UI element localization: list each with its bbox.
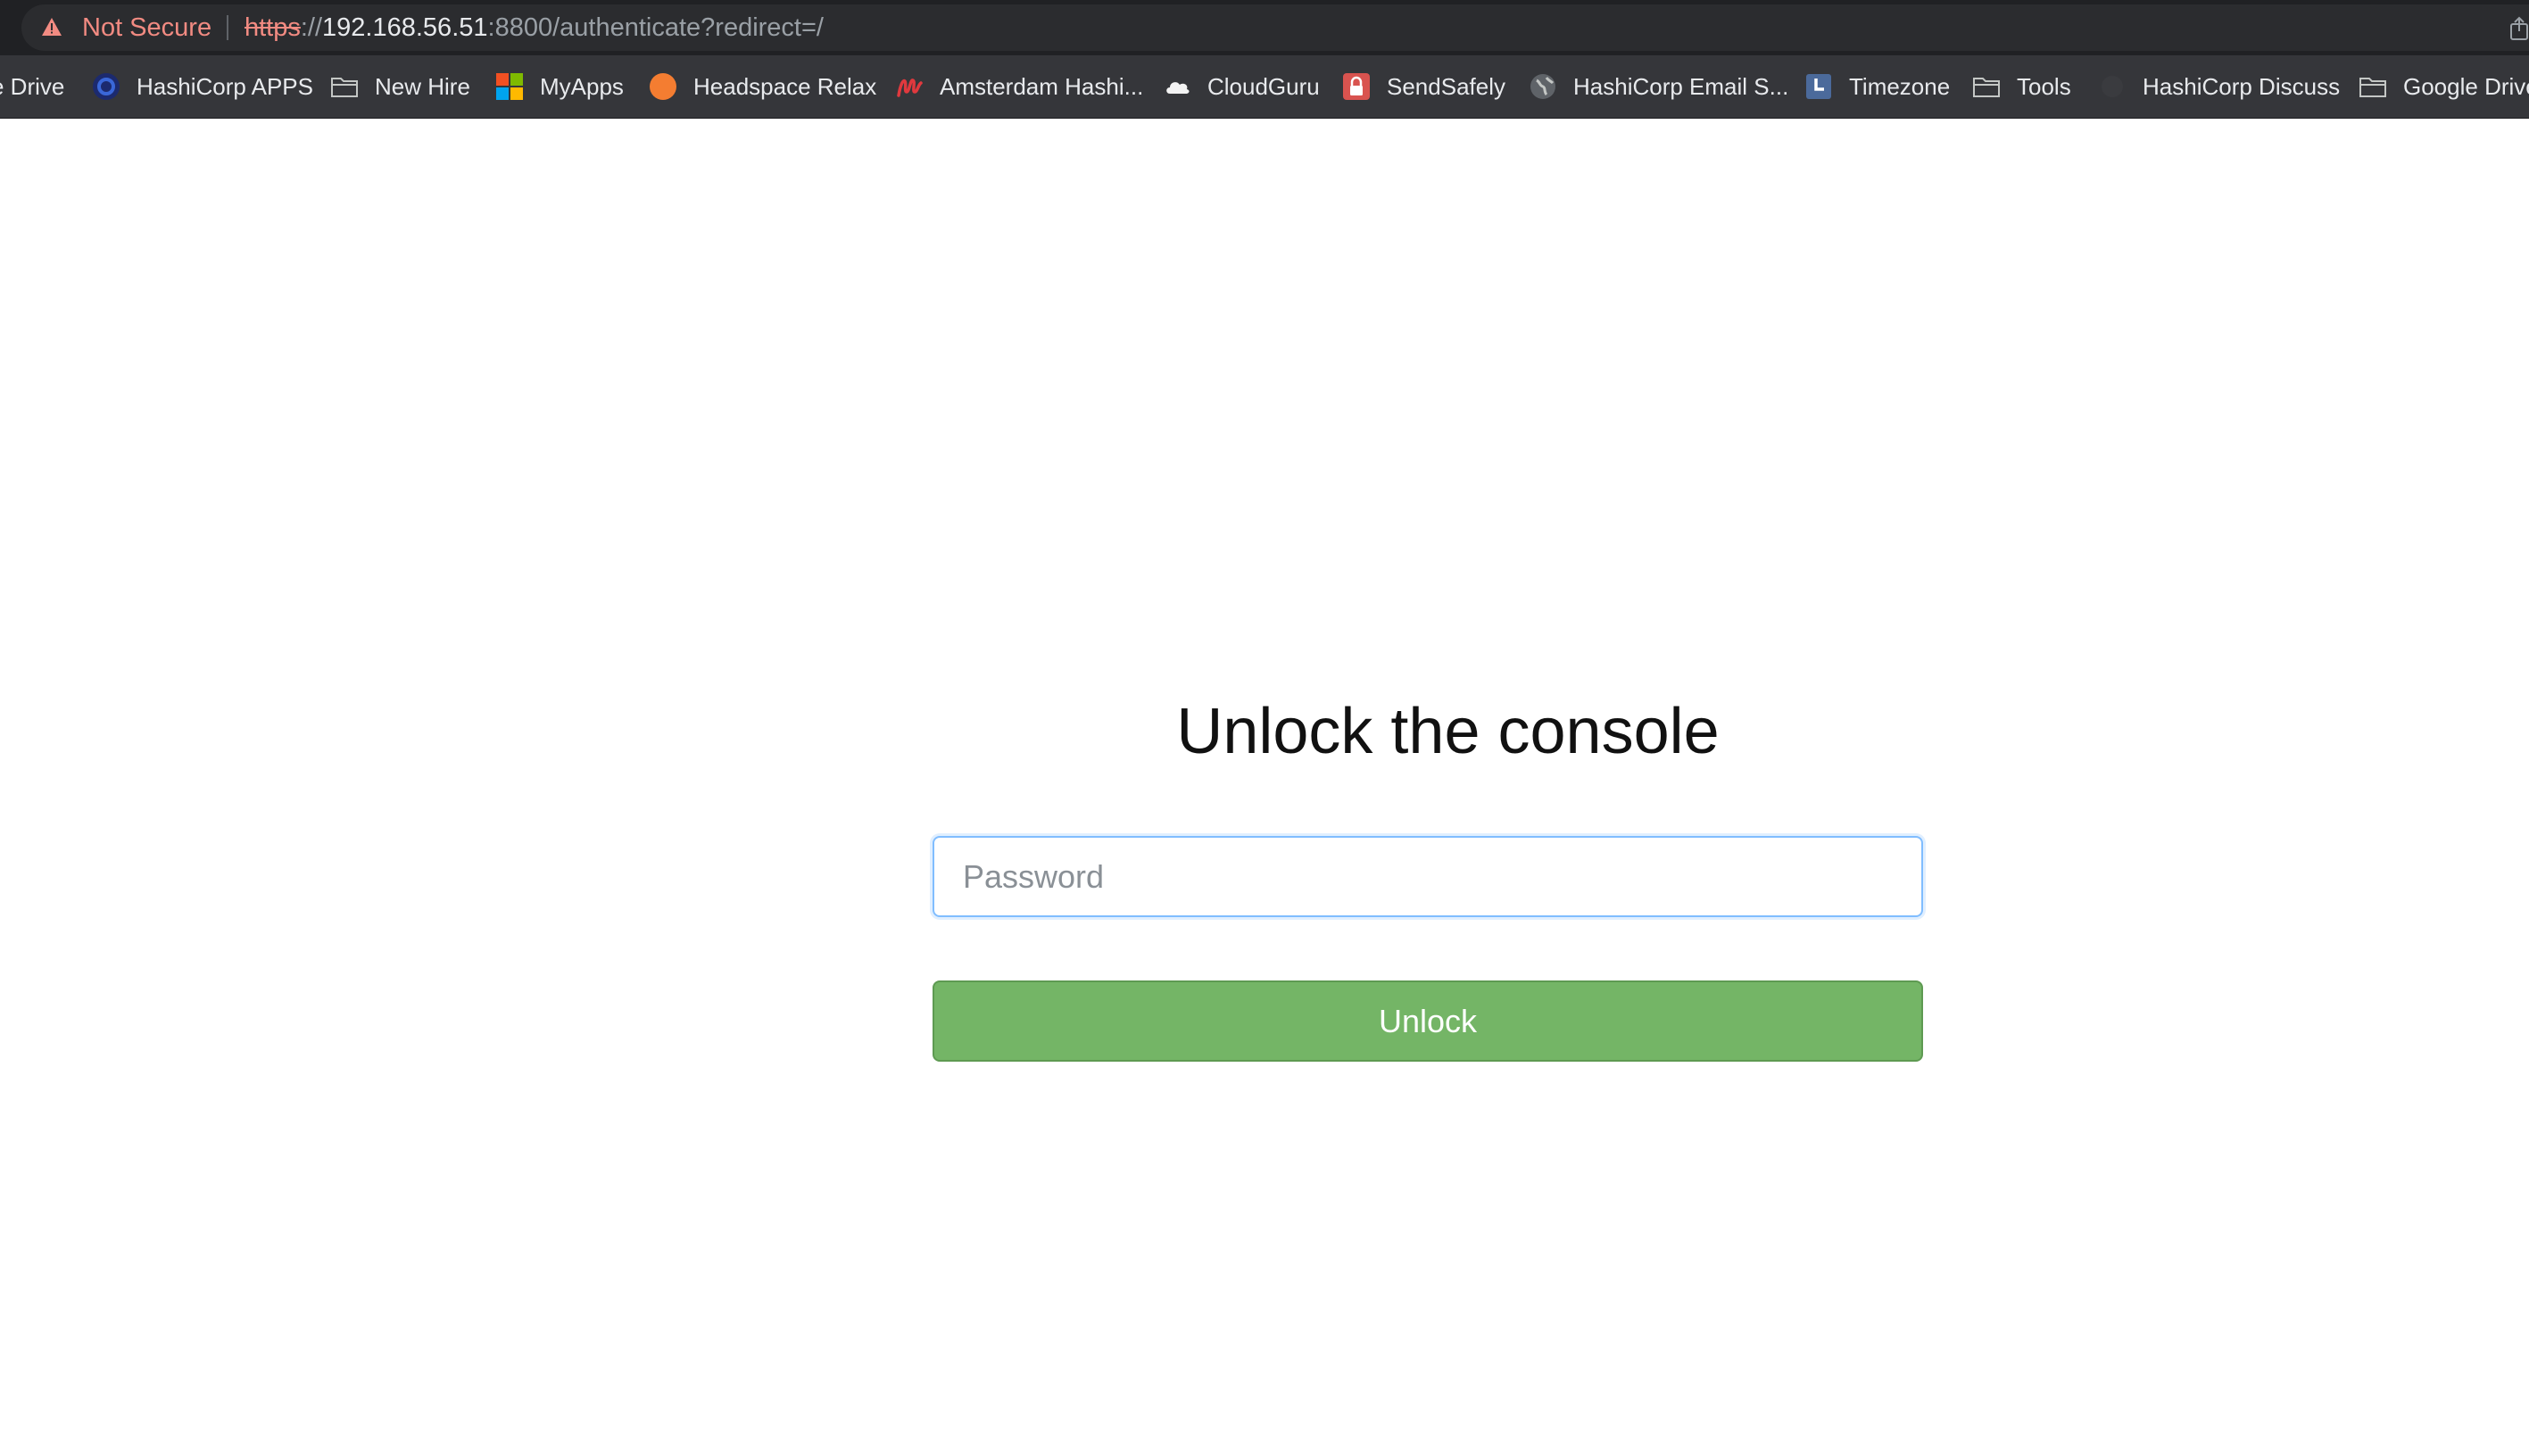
url-separator: :// <box>300 13 323 42</box>
unlock-button[interactable]: Unlock <box>933 980 1923 1062</box>
bookmark-label: SendSafely <box>1387 72 1505 100</box>
folder-icon <box>2359 78 2386 97</box>
url-text[interactable]: https://192.168.56.51:8800/authenticate?… <box>245 14 824 41</box>
bookmark-label: Tools <box>2017 72 2071 100</box>
bookmark-label: Timezone <box>1849 72 1951 100</box>
share-icon[interactable] <box>2509 16 2529 41</box>
url-path: :8800/authenticate?redirect=/ <box>487 13 824 42</box>
lock-icon <box>1343 73 1370 100</box>
bookmark-label: MyApps <box>540 72 624 100</box>
bookmark-label: Headspace Relax <box>693 72 877 100</box>
discuss-icon <box>2102 76 2123 97</box>
bookmark-drive[interactable]: e Drive <box>0 55 64 118</box>
cloud-icon <box>1166 82 1190 94</box>
meetup-icon <box>897 79 923 97</box>
folder-icon <box>1973 78 2000 97</box>
clock-icon <box>1806 74 1831 99</box>
bookmark-timezone[interactable]: Timezone <box>1804 55 1950 118</box>
omnibox[interactable]: Not Secure https://192.168.56.51:8800/au… <box>21 4 2529 51</box>
bookmark-tools[interactable]: Tools <box>1972 55 2071 118</box>
bookmark-hashicorp-discuss[interactable]: HashiCorp Discuss <box>2098 55 2340 118</box>
folder-icon <box>331 78 358 97</box>
bookmark-label: HashiCorp Discuss <box>2143 72 2341 100</box>
bookmark-cloudguru[interactable]: CloudGuru <box>1163 55 1320 118</box>
warning-icon[interactable] <box>41 17 62 37</box>
bookmark-label: e Drive <box>0 72 65 100</box>
bookmark-amsterdam[interactable]: Amsterdam Hashi... <box>895 55 1143 118</box>
browser-address-bar: Not Secure https://192.168.56.51:8800/au… <box>0 0 2529 55</box>
bookmark-hashicorp-email[interactable]: HashiCorp Email S... <box>1529 55 1788 118</box>
microsoft-apps-icon <box>496 73 523 100</box>
bookmark-label: Google Drive <box>2403 72 2529 100</box>
bookmark-hashicorp-apps[interactable]: HashiCorp APPS <box>92 55 313 118</box>
bookmark-label: HashiCorp APPS <box>137 72 313 100</box>
bookmark-label: Amsterdam Hashi... <box>940 72 1144 100</box>
password-input[interactable] <box>933 836 1923 917</box>
omnibox-divider <box>227 15 228 40</box>
bookmark-label: HashiCorp Email S... <box>1573 72 1789 100</box>
bookmark-new-hire[interactable]: New Hire <box>330 55 470 118</box>
hashicorp-apps-icon <box>93 73 120 100</box>
url-host: 192.168.56.51 <box>322 13 488 42</box>
url-scheme: https <box>245 13 301 42</box>
bookmark-myapps[interactable]: MyApps <box>495 55 624 118</box>
bookmarks-bar: e Drive HashiCorp APPS New Hire MyApps H… <box>0 55 2529 119</box>
bookmark-headspace[interactable]: Headspace Relax <box>649 55 876 118</box>
globe-icon <box>1530 74 1555 99</box>
page-title: Unlock the console <box>1176 696 1720 767</box>
bookmark-google-drive[interactable]: Google Drive <box>2359 55 2529 118</box>
bookmark-sendsafely[interactable]: SendSafely <box>1342 55 1505 118</box>
bookmark-label: New Hire <box>375 72 470 100</box>
not-secure-label[interactable]: Not Secure <box>82 14 211 41</box>
bookmark-label: CloudGuru <box>1207 72 1320 100</box>
headspace-icon <box>650 73 676 100</box>
